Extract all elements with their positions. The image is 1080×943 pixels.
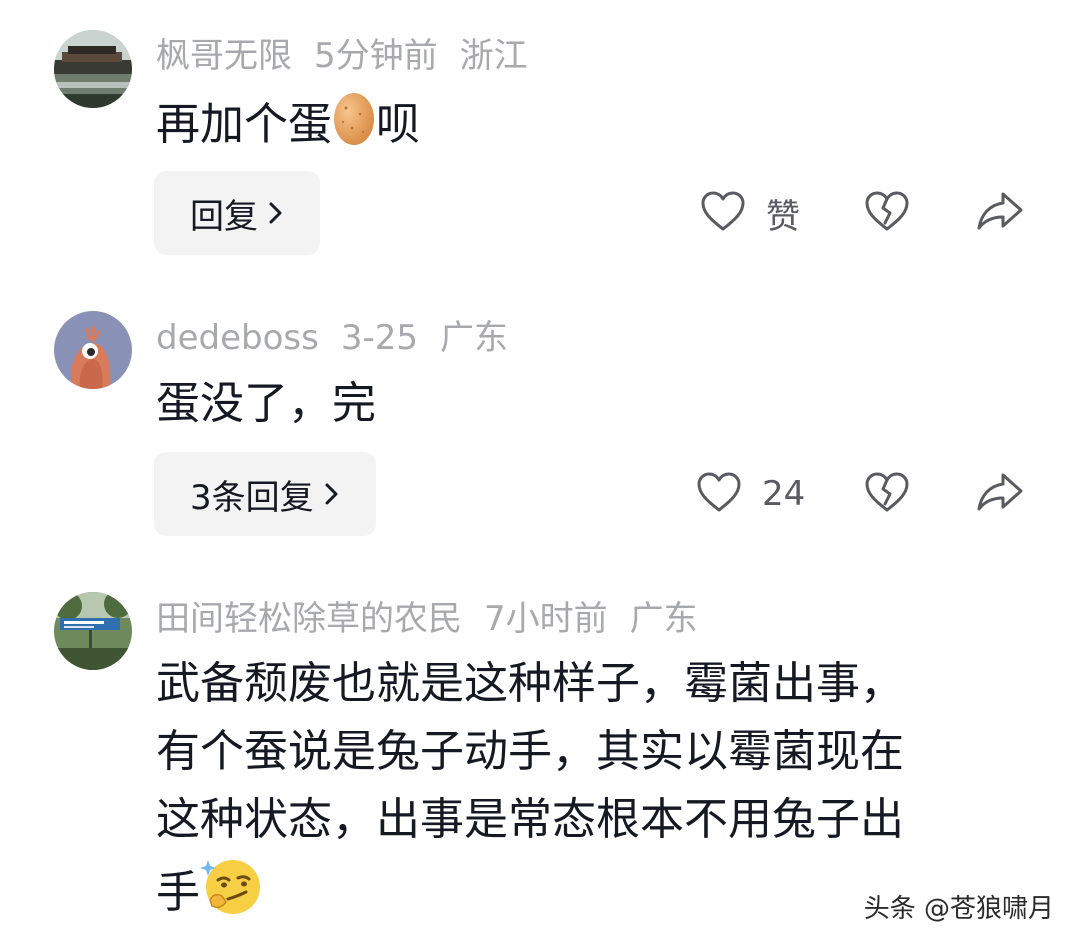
smirk-emoji (200, 854, 262, 936)
comment-meta: 田间轻松除草的农民 7小时前 广东 (156, 597, 720, 641)
location: 广东 (629, 599, 698, 639)
comment-item: 田间轻松除草的农民 7小时前 广东 武备颓废也就是这种样子，霉菌出事， 有个蚕说是兔… (0, 0, 1080, 943)
username[interactable]: 田间轻松除草的农民 (156, 599, 462, 639)
avatar[interactable] (54, 592, 132, 670)
watermark: 头条 @苍狼啸月 (863, 894, 1054, 924)
timestamp: 7小时前 (484, 599, 608, 639)
